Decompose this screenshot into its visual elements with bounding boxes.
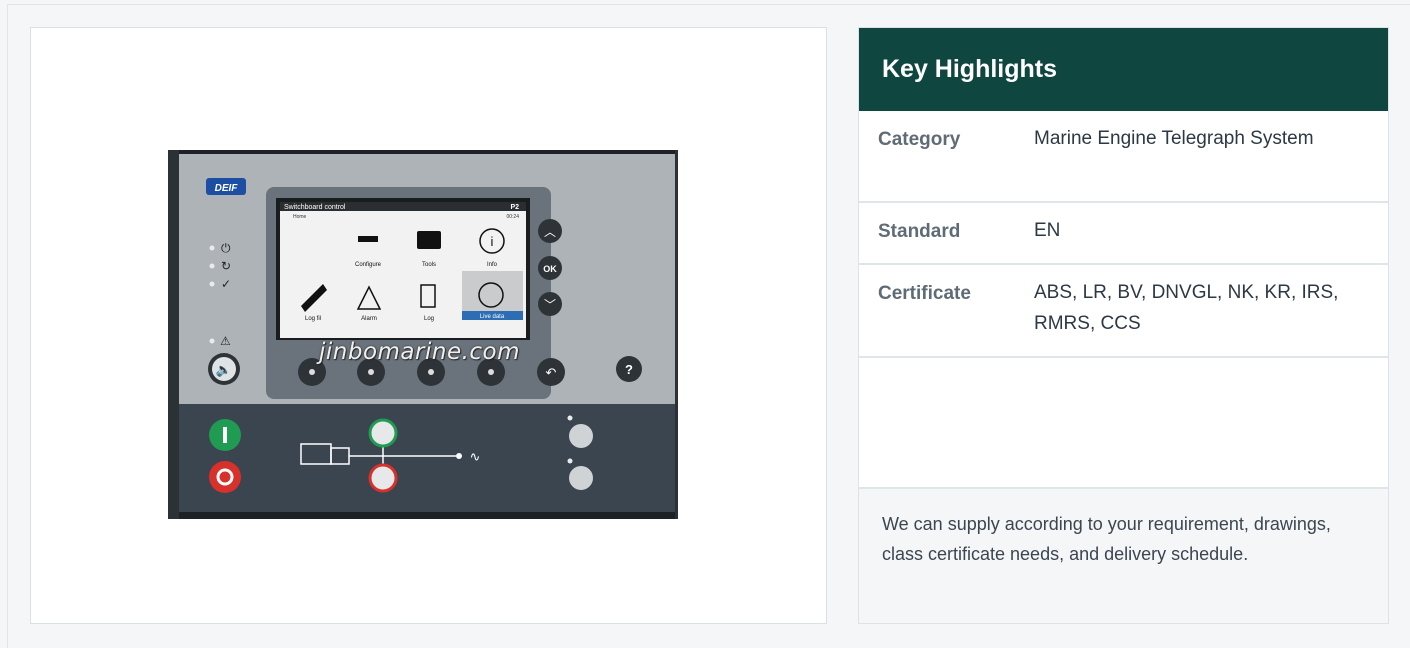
menu-live-data: Live data: [480, 314, 505, 320]
ac-bus-icon: ∿: [470, 449, 481, 464]
product-image: DEIF ⏻ ↻ ✓ ⚠ 🔈 Switchboard control P2 Ho…: [168, 150, 678, 519]
down-arrow-icon: ﹀: [544, 298, 556, 312]
highlight-row-standard: Standard EN: [859, 203, 1388, 265]
screen-title: Switchboard control: [284, 204, 346, 211]
highlight-value: Marine Engine Telegraph System: [1034, 128, 1314, 149]
horn-silence-icon: 🔈: [216, 362, 232, 378]
up-arrow-icon: ︿: [544, 225, 556, 239]
mode-button-1: [569, 424, 593, 448]
watermark-text: jinbomarine.com: [319, 339, 521, 365]
power-icon: ⏻: [221, 241, 231, 255]
breaker-open-button: [368, 463, 398, 493]
highlight-label: Standard: [878, 221, 961, 242]
deif-logo-text: DEIF: [215, 183, 239, 194]
mode-button-2: [569, 466, 593, 490]
menu-alarm: Alarm: [361, 316, 377, 322]
highlight-row-certificate: Certificate ABS, LR, BV, DNVGL, NK, KR, …: [859, 265, 1388, 358]
warning-icon: ⚠: [220, 334, 231, 348]
screen-page: P2: [510, 204, 519, 211]
stop-button: [209, 461, 241, 493]
menu-log-files: Log fil: [305, 316, 321, 322]
screen-time: 00:24: [506, 214, 519, 220]
wrench-icon: [358, 236, 378, 242]
refresh-icon: ↻: [221, 259, 231, 273]
svg-text:i: i: [491, 234, 494, 249]
key-highlights-panel: Key Highlights Category Marine Engine Te…: [858, 27, 1389, 624]
toolbox-icon: [417, 231, 441, 249]
help-button: ?: [625, 362, 633, 377]
breaker-closed-button: [368, 418, 398, 448]
ok-button: OK: [543, 264, 557, 274]
back-icon: ↶: [546, 365, 557, 380]
highlight-label: Certificate: [878, 283, 971, 304]
highlight-note: We can supply according to your requirem…: [882, 514, 1331, 564]
menu-configure: Configure: [355, 262, 382, 268]
highlight-value: EN: [1034, 220, 1061, 241]
menu-tools: Tools: [422, 262, 436, 268]
check-icon: ✓: [221, 277, 231, 291]
menu-info: Info: [487, 262, 498, 268]
product-image-card: DEIF ⏻ ↻ ✓ ⚠ 🔈 Switchboard control P2 Ho…: [30, 27, 827, 624]
key-highlights-title: Key Highlights: [859, 28, 1388, 111]
highlight-row-category: Category Marine Engine Telegraph System: [859, 111, 1388, 203]
highlight-value: ABS, LR, BV, DNVGL, NK, KR, IRS, RMRS, C…: [1034, 282, 1339, 334]
menu-log: Log: [424, 316, 434, 322]
highlight-empty-row: [859, 358, 1388, 489]
highlight-label: Category: [878, 129, 961, 150]
screen-breadcrumb: Home: [293, 214, 307, 220]
